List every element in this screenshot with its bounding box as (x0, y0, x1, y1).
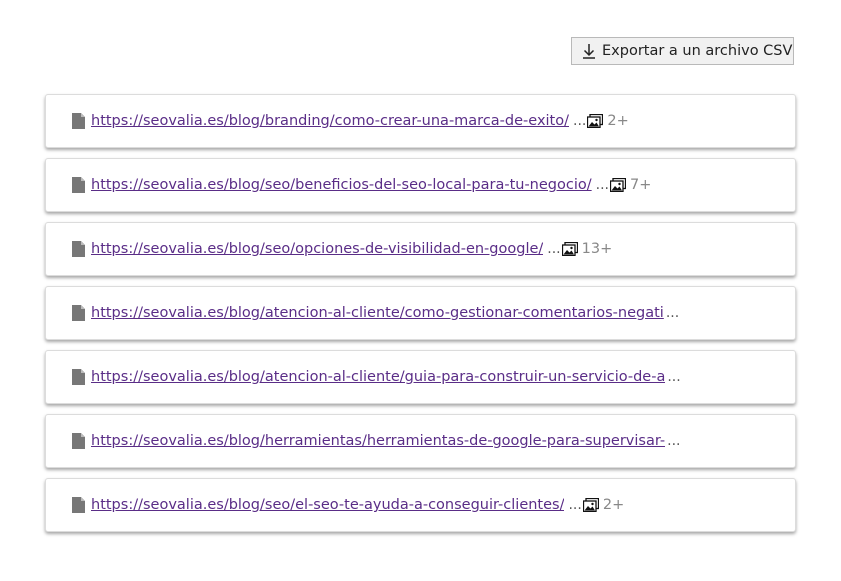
images-icon[interactable] (587, 114, 604, 128)
ellipsis: ... (573, 113, 587, 129)
images-icon[interactable] (582, 498, 599, 512)
image-count: 13+ (581, 241, 613, 257)
document-icon (72, 305, 85, 321)
images-icon[interactable] (561, 242, 578, 256)
document-icon (72, 433, 85, 449)
url-link[interactable]: https://seovalia.es/blog/seo/el-seo-te-a… (91, 497, 564, 513)
document-icon (72, 497, 85, 513)
url-link[interactable]: https://seovalia.es/blog/atencion-al-cli… (91, 305, 664, 321)
list-item: https://seovalia.es/blog/herramientas/he… (45, 414, 796, 468)
document-icon (72, 241, 85, 257)
image-count: 2+ (607, 113, 629, 129)
list-item: https://seovalia.es/blog/atencion-al-cli… (45, 350, 796, 404)
export-csv-label: Exportar a un archivo CSV (602, 43, 793, 59)
image-count: 7+ (630, 177, 652, 193)
url-link[interactable]: https://seovalia.es/blog/seo/opciones-de… (91, 241, 543, 257)
ellipsis: ... (568, 497, 582, 513)
truncation-ellipsis: ... (665, 305, 680, 321)
truncation-ellipsis: ... (667, 369, 681, 385)
document-icon (72, 113, 85, 129)
truncation-ellipsis: ... (667, 433, 681, 449)
export-csv-button[interactable]: Exportar a un archivo CSV (571, 37, 794, 65)
image-count: 2+ (602, 497, 625, 513)
ellipsis: ... (595, 177, 609, 193)
url-list: https://seovalia.es/blog/branding/como-c… (45, 94, 796, 542)
url-link[interactable]: https://seovalia.es/blog/atencion-al-cli… (91, 369, 665, 385)
list-item: https://seovalia.es/blog/seo/opciones-de… (45, 222, 796, 276)
list-item: https://seovalia.es/blog/seo/beneficios-… (45, 158, 796, 212)
url-link[interactable]: https://seovalia.es/blog/herramientas/he… (91, 433, 665, 449)
download-icon (583, 44, 595, 59)
url-link[interactable]: https://seovalia.es/blog/branding/como-c… (91, 113, 569, 129)
list-item: https://seovalia.es/blog/atencion-al-cli… (45, 286, 796, 340)
document-icon (72, 369, 85, 385)
list-item: https://seovalia.es/blog/seo/el-seo-te-a… (45, 478, 796, 532)
list-item: https://seovalia.es/blog/branding/como-c… (45, 94, 796, 148)
images-icon[interactable] (610, 178, 626, 192)
ellipsis: ... (547, 241, 561, 257)
url-link[interactable]: https://seovalia.es/blog/seo/beneficios-… (91, 177, 592, 193)
document-icon (72, 177, 85, 193)
